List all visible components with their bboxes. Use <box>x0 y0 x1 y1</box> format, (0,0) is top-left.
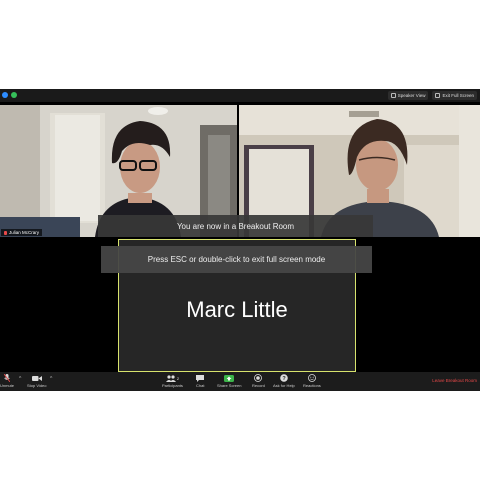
participant-name-tag: Julian McCrary <box>1 229 43 236</box>
active-speaker-name: Marc Little <box>186 296 288 322</box>
top-bar: Speaker View Exit Full Screen <box>0 89 480 102</box>
exit-fullscreen-icon <box>435 93 441 98</box>
leave-breakout-room-button[interactable]: Leave Breakout Room <box>432 378 477 383</box>
exit-fullscreen-button[interactable]: Exit Full Screen <box>432 91 477 100</box>
fullscreen-exit-hint: Press ESC or double-click to exit full s… <box>101 246 372 273</box>
share-screen-icon <box>224 374 235 382</box>
muted-mic-icon <box>4 230 7 235</box>
status-indicators <box>2 92 17 98</box>
muted-microphone-icon <box>4 374 10 382</box>
record-icon <box>254 374 263 382</box>
help-question-icon: ? <box>280 374 288 382</box>
chat-bubble-icon <box>196 374 205 382</box>
stop-video-button[interactable]: Stop Video <box>27 374 47 388</box>
reactions-button[interactable]: Reactions <box>303 374 321 388</box>
record-button[interactable]: Record <box>252 374 265 388</box>
encryption-shield-icon[interactable] <box>11 92 17 98</box>
ask-for-help-button[interactable]: ? Ask for Help <box>273 374 295 388</box>
smiley-reaction-icon <box>307 374 316 382</box>
breakout-room-notice: You are now in a Breakout Room <box>98 215 373 237</box>
video-options-caret-icon[interactable]: ^ <box>50 376 52 382</box>
participants-button[interactable]: 2 Participants <box>162 374 183 388</box>
chat-button[interactable]: Chat <box>196 374 204 388</box>
video-camera-icon <box>31 374 42 382</box>
share-screen-button[interactable]: Share Screen <box>217 374 241 388</box>
participants-icon: 2 <box>165 374 180 382</box>
zoom-meeting-window: Speaker View Exit Full Screen Julian McC… <box>0 89 480 391</box>
info-icon[interactable] <box>2 92 8 98</box>
audio-options-caret-icon[interactable]: ^ <box>19 376 21 382</box>
unmute-button[interactable]: Unmute <box>0 374 14 388</box>
participants-count: 2 <box>176 375 180 381</box>
speaker-view-button[interactable]: Speaker View <box>387 91 429 100</box>
grid-icon <box>390 93 396 98</box>
meeting-toolbar: Unmute ^ Stop Video ^ 2 Participants Cha… <box>0 372 480 391</box>
